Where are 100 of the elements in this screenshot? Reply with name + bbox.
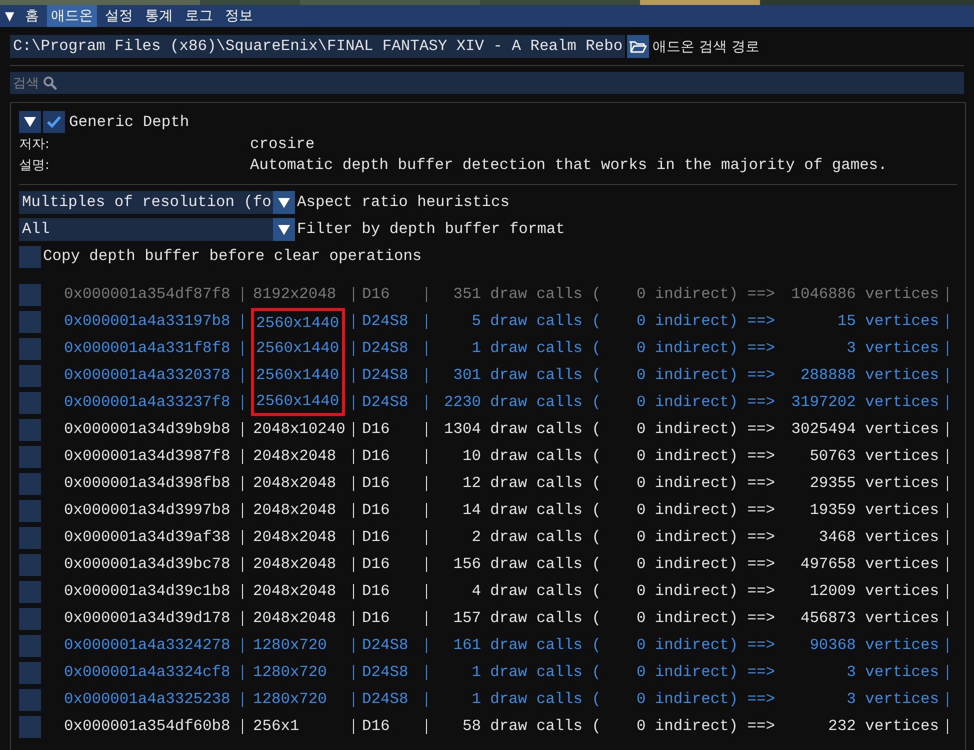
- buffer-resolution: 1280x720: [252, 689, 328, 710]
- indirect-calls: 0 indirect) ==>: [635, 392, 775, 413]
- collapse-button[interactable]: [19, 111, 41, 133]
- buffer-resolution: 256x1: [252, 716, 300, 737]
- checkbox[interactable]: [19, 338, 41, 360]
- checkbox[interactable]: [19, 472, 41, 494]
- checkbox[interactable]: [19, 310, 41, 332]
- draw-calls: 5 draw calls (: [470, 311, 601, 332]
- info-label: 저자:: [19, 136, 50, 152]
- indirect-calls: 0 indirect) ==>: [635, 635, 775, 656]
- draw-calls: 4 draw calls (: [470, 581, 601, 602]
- buffer-address: 0x000001a34d3997b8: [64, 500, 232, 521]
- checkbox[interactable]: [43, 111, 65, 133]
- indirect-calls: 0 indirect) ==>: [635, 608, 775, 629]
- buffer-address: 0x000001a34d3987f8: [64, 446, 232, 467]
- checkbox[interactable]: [19, 418, 41, 440]
- checkbox[interactable]: [19, 634, 41, 656]
- buffer-resolution: 2560x1440: [251, 335, 345, 362]
- search-field[interactable]: 검색: [10, 72, 964, 94]
- buffer-format: D16: [362, 527, 391, 548]
- vertex-count: 456873 vertices: [799, 608, 939, 629]
- buffer-format: D16: [362, 608, 391, 629]
- indirect-calls: 0 indirect) ==>: [635, 284, 775, 305]
- info-value: crosire: [250, 134, 315, 152]
- menu-tab[interactable]: 애드온: [47, 5, 98, 27]
- setting-label: Filter by depth buffer format: [297, 219, 565, 240]
- draw-calls: 12 draw calls (: [461, 473, 601, 494]
- path-field[interactable]: C:\Program Files (x86)\SquareEnix\FINAL FANTASY XIV - A Realm Rebo: [10, 35, 625, 58]
- buffer-resolution: 2048x2048: [252, 554, 338, 575]
- caret-icon: [24, 117, 36, 127]
- buffer-resolution: 2048x2048: [252, 527, 338, 548]
- indirect-calls: 0 indirect) ==>: [635, 662, 775, 683]
- indirect-calls: 0 indirect) ==>: [635, 716, 775, 737]
- draw-calls: 301 draw calls (: [452, 365, 601, 386]
- checkbox[interactable]: [19, 500, 41, 522]
- checkbox[interactable]: [19, 246, 41, 268]
- checkbox[interactable]: [19, 716, 41, 738]
- menu-tab[interactable]: 설정: [101, 5, 138, 27]
- vertex-count: 3 vertices: [846, 338, 939, 359]
- buffer-format: D24S8: [362, 392, 410, 413]
- buffer-address: 0x000001a34d39d178: [64, 608, 232, 629]
- buffer-format: D24S8: [362, 689, 410, 710]
- draw-calls: 10 draw calls (: [461, 446, 601, 467]
- checkmark-icon: [46, 115, 62, 129]
- buffer-format: D16: [362, 473, 391, 494]
- checkbox[interactable]: [19, 284, 41, 306]
- draw-calls: 14 draw calls (: [461, 500, 601, 521]
- buffer-address: 0x000001a4a3320378: [64, 365, 232, 386]
- indirect-calls: 0 indirect) ==>: [635, 419, 775, 440]
- buffer-address: 0x000001a34d39b9b8: [64, 419, 232, 440]
- buffer-resolution: 1280x720: [252, 662, 328, 683]
- buffer-format: D16: [362, 716, 391, 737]
- info-label: 설명:: [19, 156, 50, 174]
- buffer-format: D24S8: [362, 365, 410, 386]
- vertex-count: 3468 vertices: [818, 527, 939, 548]
- info-value: Automatic depth buffer detection that works in the majority of games.: [250, 156, 888, 174]
- menu-toggle[interactable]: ▼: [2, 5, 18, 27]
- checkbox[interactable]: [19, 526, 41, 548]
- buffer-resolution: 2048x2048: [252, 581, 338, 602]
- buffer-address: 0x000001a34d39c1b8: [64, 581, 232, 602]
- menu-tab[interactable]: 홈: [21, 5, 44, 27]
- checkbox[interactable]: [19, 580, 41, 602]
- vertex-count: 1046886 vertices: [790, 284, 939, 305]
- menu-tab[interactable]: 로그: [181, 5, 218, 27]
- setting-label: Copy depth buffer before clear operations: [43, 246, 422, 267]
- checkbox[interactable]: [19, 392, 41, 414]
- dropdown[interactable]: Multiples of resolution (fo: [19, 191, 295, 214]
- draw-calls: 2230 draw calls (: [442, 392, 601, 413]
- caret-icon: [278, 224, 290, 234]
- buffer-format: D16: [362, 581, 391, 602]
- buffer-format: D16: [362, 419, 391, 440]
- menu-tab[interactable]: 통계: [141, 5, 178, 27]
- buffer-format: D16: [362, 554, 391, 575]
- buffer-address: 0x000001a34d39bc78: [64, 554, 232, 575]
- checkbox[interactable]: [19, 662, 41, 684]
- buffer-resolution: 2560x1440: [251, 389, 345, 416]
- menu-tab[interactable]: 정보: [221, 5, 258, 27]
- checkbox[interactable]: [19, 446, 41, 468]
- checkbox[interactable]: [19, 688, 41, 710]
- folder-icon: [628, 40, 647, 54]
- vertex-count: 3 vertices: [846, 689, 939, 710]
- buffer-address: 0x000001a4a3324cf8: [64, 662, 232, 683]
- checkbox[interactable]: [19, 608, 41, 630]
- vertex-count: 15 vertices: [836, 311, 939, 332]
- buffer-resolution: 2048x2048: [252, 473, 338, 494]
- vertex-count: 50763 vertices: [808, 446, 939, 467]
- checkbox[interactable]: [19, 364, 41, 386]
- indirect-calls: 0 indirect) ==>: [635, 365, 775, 386]
- draw-calls: 1304 draw calls (: [442, 419, 601, 440]
- buffer-resolution: 2048x10240: [252, 419, 345, 440]
- checkbox[interactable]: [19, 554, 41, 576]
- vertex-count: 497658 vertices: [799, 554, 939, 575]
- buffer-address: 0x000001a4a331f8f8: [64, 338, 232, 359]
- draw-calls: 161 draw calls (: [452, 635, 601, 656]
- vertex-count: 232 vertices: [827, 716, 939, 737]
- buffer-resolution: 2048x2048: [252, 446, 338, 467]
- dropdown[interactable]: All: [19, 218, 295, 241]
- draw-calls: 157 draw calls (: [452, 608, 601, 629]
- folder-button[interactable]: [626, 35, 649, 58]
- buffer-address: 0x000001a4a33237f8: [64, 392, 232, 413]
